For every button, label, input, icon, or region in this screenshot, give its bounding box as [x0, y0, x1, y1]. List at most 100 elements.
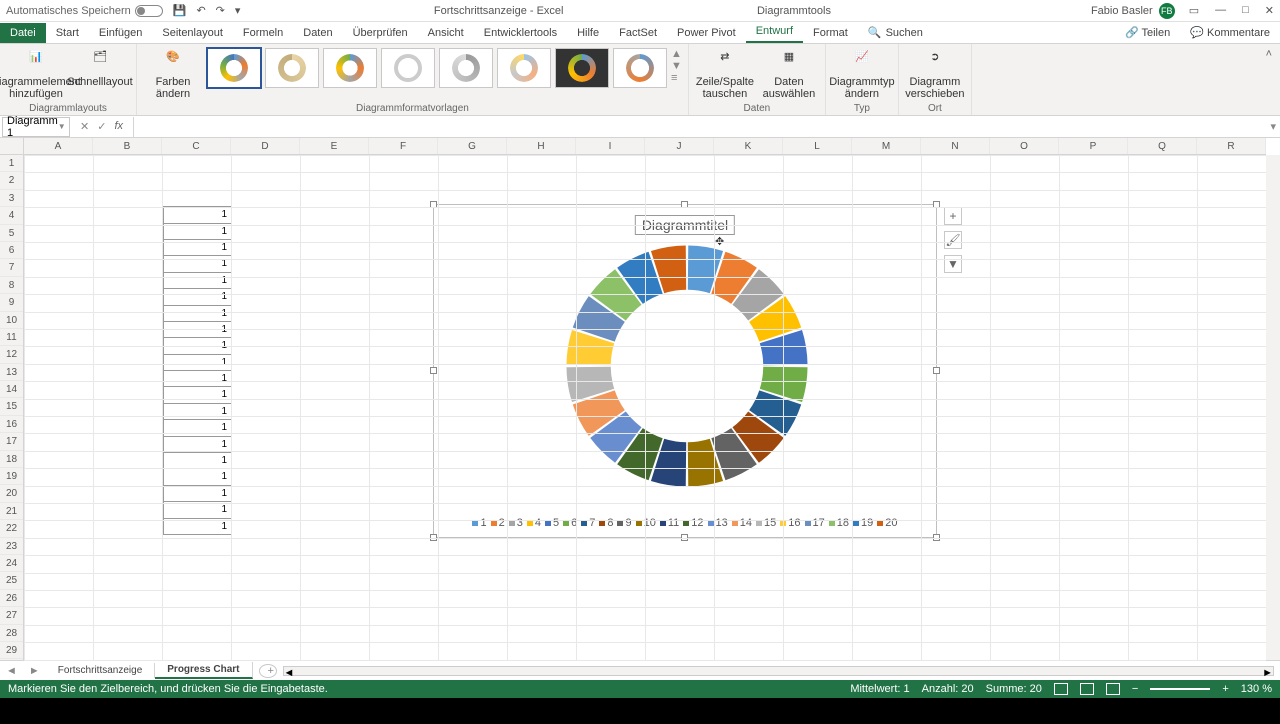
user-avatar[interactable]: FB: [1159, 3, 1175, 19]
search-input[interactable]: Suchen: [886, 27, 923, 39]
tab-developer[interactable]: Entwicklertools: [474, 23, 567, 43]
row-header-13[interactable]: 13: [0, 364, 23, 381]
col-header-G[interactable]: G: [438, 138, 507, 154]
tab-file[interactable]: Datei: [0, 23, 46, 43]
chart-style-2[interactable]: [265, 48, 319, 88]
row-header-25[interactable]: 25: [0, 572, 23, 589]
style-scroll-down[interactable]: ▼: [671, 60, 682, 72]
zoom-level[interactable]: 130 %: [1241, 683, 1272, 695]
row-header-8[interactable]: 8: [0, 277, 23, 294]
comments-button[interactable]: 💬 Kommentare: [1180, 22, 1280, 43]
col-header-J[interactable]: J: [645, 138, 714, 154]
cell-C9[interactable]: 1: [163, 272, 232, 289]
col-header-R[interactable]: R: [1197, 138, 1266, 154]
row-header-28[interactable]: 28: [0, 625, 23, 642]
save-icon[interactable]: 💾: [173, 4, 187, 17]
row-header-16[interactable]: 16: [0, 416, 23, 433]
zoom-slider[interactable]: [1150, 688, 1210, 690]
view-pagelayout-icon[interactable]: [1080, 683, 1094, 695]
row-header-4[interactable]: 4: [0, 207, 23, 224]
chart-style-5[interactable]: [439, 48, 493, 88]
cell-C21[interactable]: 1: [163, 468, 232, 485]
row-header-29[interactable]: 29: [0, 642, 23, 659]
tab-insert[interactable]: Einfügen: [89, 23, 152, 43]
col-header-B[interactable]: B: [93, 138, 162, 154]
cell-C5[interactable]: 1: [163, 206, 232, 223]
minimize-icon[interactable]: —: [1215, 4, 1226, 17]
zoom-out-icon[interactable]: −: [1132, 683, 1138, 695]
chart-style-6[interactable]: [497, 48, 551, 88]
row-header-24[interactable]: 24: [0, 555, 23, 572]
sheet-tab-1[interactable]: Fortschrittsanzeige: [46, 663, 155, 678]
col-header-I[interactable]: I: [576, 138, 645, 154]
share-button[interactable]: 🔗 Teilen: [1115, 22, 1180, 43]
tab-powerpivot[interactable]: Power Pivot: [667, 23, 746, 43]
tab-design[interactable]: Entwurf: [746, 21, 803, 43]
row-header-17[interactable]: 17: [0, 433, 23, 450]
select-data-button[interactable]: ▦Daten auswählen: [759, 46, 819, 100]
row-header-19[interactable]: 19: [0, 468, 23, 485]
col-header-D[interactable]: D: [231, 138, 300, 154]
undo-icon[interactable]: ↶: [196, 4, 205, 17]
row-header-27[interactable]: 27: [0, 607, 23, 624]
chart-styles-button[interactable]: 🖌: [944, 231, 962, 249]
chart-style-7[interactable]: [555, 48, 609, 88]
row-header-21[interactable]: 21: [0, 503, 23, 520]
add-chart-element-button[interactable]: 📊Diagrammelement hinzufügen: [6, 46, 66, 100]
change-chart-type-button[interactable]: 📈Diagrammtyp ändern: [832, 46, 892, 100]
view-pagebreak-icon[interactable]: [1106, 683, 1120, 695]
row-header-20[interactable]: 20: [0, 485, 23, 502]
chart-legend[interactable]: 1234567891011121314151617181920: [434, 517, 936, 529]
row-header-5[interactable]: 5: [0, 225, 23, 242]
zoom-in-icon[interactable]: +: [1222, 683, 1228, 695]
donut-chart[interactable]: [564, 243, 810, 489]
formula-bar[interactable]: [133, 117, 1266, 137]
view-normal-icon[interactable]: [1054, 683, 1068, 695]
select-all-corner[interactable]: [0, 138, 24, 155]
row-header-2[interactable]: 2: [0, 172, 23, 189]
col-header-M[interactable]: M: [852, 138, 921, 154]
col-header-P[interactable]: P: [1059, 138, 1128, 154]
chart-style-3[interactable]: [323, 48, 377, 88]
cell-C14[interactable]: 1: [163, 354, 232, 371]
row-header-6[interactable]: 6: [0, 242, 23, 259]
tab-pagelayout[interactable]: Seitenlayout: [152, 23, 233, 43]
cancel-formula-icon[interactable]: ✕: [80, 120, 89, 133]
chart-elements-button[interactable]: +: [944, 207, 962, 225]
redo-icon[interactable]: ↷: [216, 4, 225, 17]
cell-C10[interactable]: 1: [163, 288, 232, 305]
fx-icon[interactable]: fx: [114, 120, 123, 133]
row-header-26[interactable]: 26: [0, 590, 23, 607]
add-sheet-button[interactable]: +: [259, 664, 277, 678]
col-header-E[interactable]: E: [300, 138, 369, 154]
sheet-nav-next[interactable]: ►: [23, 665, 46, 677]
formula-expand-icon[interactable]: ▾: [1266, 120, 1280, 133]
row-header-18[interactable]: 18: [0, 451, 23, 468]
cell-C8[interactable]: 1: [163, 255, 232, 272]
ribbon-options-icon[interactable]: ▭: [1189, 4, 1199, 17]
style-scroll-up[interactable]: ▲: [671, 48, 682, 60]
cell-C15[interactable]: 1: [163, 370, 232, 387]
row-header-14[interactable]: 14: [0, 381, 23, 398]
chart-style-4[interactable]: [381, 48, 435, 88]
row-header-15[interactable]: 15: [0, 398, 23, 415]
horizontal-scrollbar[interactable]: ◄►: [283, 666, 1274, 676]
vertical-scrollbar[interactable]: [1266, 155, 1280, 660]
chart-style-8[interactable]: [613, 48, 667, 88]
close-icon[interactable]: ✕: [1265, 4, 1274, 17]
name-box[interactable]: Diagramm 1▼: [2, 117, 70, 137]
tab-format[interactable]: Format: [803, 23, 858, 43]
row-header-10[interactable]: 10: [0, 312, 23, 329]
cell-C17[interactable]: 1: [163, 403, 232, 420]
row-header-7[interactable]: 7: [0, 259, 23, 276]
tab-factset[interactable]: FactSet: [609, 23, 667, 43]
col-header-L[interactable]: L: [783, 138, 852, 154]
move-chart-button[interactable]: ➲Diagramm verschieben: [905, 46, 965, 100]
tab-help[interactable]: Hilfe: [567, 23, 609, 43]
col-header-O[interactable]: O: [990, 138, 1059, 154]
sheet-tab-2[interactable]: Progress Chart: [155, 662, 252, 679]
row-header-9[interactable]: 9: [0, 294, 23, 311]
chart-style-1[interactable]: [207, 48, 261, 88]
change-colors-button[interactable]: 🎨Farben ändern: [143, 46, 203, 100]
col-header-F[interactable]: F: [369, 138, 438, 154]
